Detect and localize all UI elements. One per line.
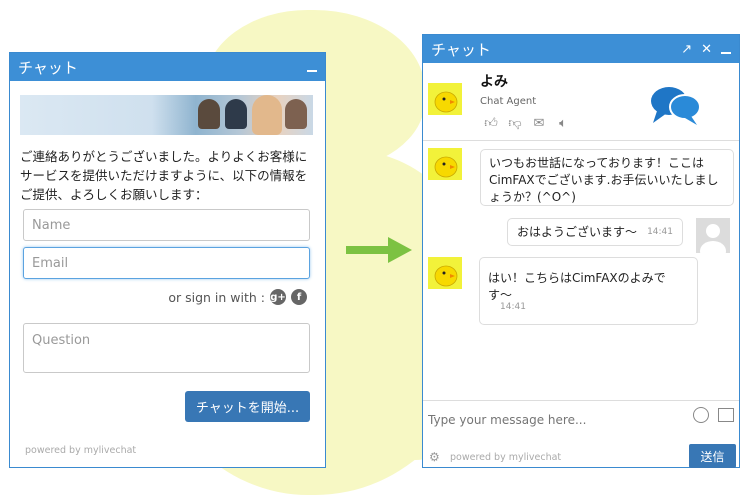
signin-label: or sign in with : xyxy=(168,289,265,305)
question-placeholder: Question xyxy=(32,333,91,348)
image-icon[interactable] xyxy=(718,408,734,422)
emoji-icon[interactable] xyxy=(693,407,709,423)
agent-name: よみ xyxy=(480,74,508,90)
minimize-icon[interactable] xyxy=(307,70,317,72)
prechat-title: チャット xyxy=(18,58,78,77)
intro-text: ご連絡ありがとうございました。よりよくお客様にサービスを提供いただけますように、… xyxy=(20,149,308,202)
chat-titlebar: チャット ↗ ✕ xyxy=(423,35,739,63)
social-signin: or sign in with : g+ f xyxy=(168,289,307,305)
message-text: いつもお世話になっております！ここはCimFAXでございます.お手伝いいたしまし… xyxy=(489,156,719,204)
name-placeholder: Name xyxy=(32,217,71,233)
send-button[interactable]: 送信 xyxy=(689,444,736,468)
message-text: おはようございます〜 xyxy=(517,224,638,239)
support-banner-image xyxy=(20,95,313,135)
prechat-window: チャット ご連絡ありがとうございました。よりよくお客様にサービスを提供いただけま… xyxy=(9,52,326,468)
prechat-titlebar: チャット xyxy=(10,53,325,81)
message-input-area xyxy=(423,400,739,440)
sound-icon[interactable]: 🔈︎ xyxy=(555,115,571,131)
powered-by[interactable]: powered by mylivechat xyxy=(450,452,561,463)
agent-header: よみ Chat Agent 👍︎ 👎︎ ✉ 🔈︎ xyxy=(423,63,739,141)
facebook-icon[interactable]: f xyxy=(291,289,307,305)
minimize-icon[interactable] xyxy=(721,52,731,54)
agent-role: Chat Agent xyxy=(480,96,537,107)
message-time: 14:41 xyxy=(500,302,526,312)
powered-by[interactable]: powered by mylivechat xyxy=(25,445,136,456)
email-field[interactable]: Email xyxy=(23,247,310,279)
google-plus-icon[interactable]: g+ xyxy=(270,289,286,305)
agent-avatar xyxy=(428,83,462,115)
visitor-avatar xyxy=(696,218,730,253)
gear-icon[interactable]: ⚙ xyxy=(429,450,440,464)
message-text: はい！こちらはCimFAXのよみです〜 xyxy=(488,271,666,302)
popout-icon[interactable]: ↗ xyxy=(681,42,692,57)
email-placeholder: Email xyxy=(32,255,69,271)
close-icon[interactable]: ✕ xyxy=(701,42,712,57)
chat-title: チャット xyxy=(431,40,491,59)
message-time: 14:41 xyxy=(647,226,673,237)
chat-bubbles-logo xyxy=(651,87,701,125)
email-icon[interactable]: ✉ xyxy=(531,115,547,131)
question-field[interactable]: Question xyxy=(23,323,310,373)
agent-message-avatar xyxy=(428,148,462,180)
visitor-message: おはようございます〜 14:41 xyxy=(507,218,683,246)
chat-window: チャット ↗ ✕ よみ Chat Agent 👍︎ 👎︎ ✉ 🔈︎ いつもお世話… xyxy=(422,34,740,468)
rating-tools: 👍︎ 👎︎ ✉ 🔈︎ xyxy=(483,115,571,131)
chat-footer: ⚙ powered by mylivechat 送信 xyxy=(423,440,739,468)
name-field[interactable]: Name xyxy=(23,209,310,241)
agent-message: いつもお世話になっております！ここはCimFAXでございます.お手伝いいたしまし… xyxy=(480,149,734,206)
thumbs-down-icon[interactable]: 👎︎ xyxy=(507,115,523,131)
arrow-right-icon xyxy=(346,237,412,263)
agent-message-avatar xyxy=(428,257,462,289)
thumbs-up-icon[interactable]: 👍︎ xyxy=(483,115,499,131)
agent-message: はい！こちらはCimFAXのよみです〜 14:41 xyxy=(479,257,698,325)
message-input[interactable] xyxy=(428,409,678,431)
start-chat-button[interactable]: チャットを開始... xyxy=(185,391,310,422)
